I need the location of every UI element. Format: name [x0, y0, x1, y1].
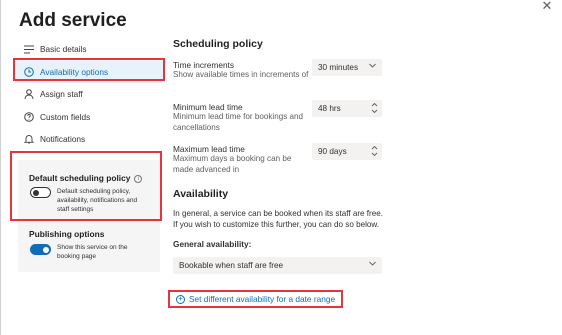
sidebar-item-assign-staff[interactable]: Assign staff — [15, 83, 165, 106]
max-lead-stepper[interactable]: 90 days — [312, 143, 382, 160]
person-icon — [23, 89, 34, 100]
max-lead-help: Maximum days a booking can be made advan… — [173, 154, 292, 174]
chevron-down-icon — [369, 261, 376, 268]
chevron-down-icon — [369, 63, 376, 70]
stepper-arrows-icon[interactable] — [371, 144, 378, 161]
availability-heading: Availability — [173, 188, 229, 200]
sidebar-item-custom-fields[interactable]: Custom fields — [15, 106, 165, 129]
sidebar-item-label: Custom fields — [40, 111, 91, 122]
min-lead-label: Minimum lead time — [173, 102, 243, 112]
general-availability-dropdown[interactable]: Bookable when staff are free — [173, 257, 382, 274]
time-increments-value: 30 minutes — [318, 63, 359, 72]
sidebar-item-notifications[interactable]: Notifications — [15, 128, 165, 151]
default-policy-description: Default scheduling policy, availability,… — [57, 188, 138, 213]
list-icon — [23, 44, 34, 55]
sidebar-item-label: Notifications — [40, 134, 86, 145]
bell-icon — [23, 134, 34, 145]
sidebar-item-availability-options[interactable]: Availability options — [15, 60, 165, 83]
availability-description: In general, a service can be booked when… — [173, 209, 383, 229]
max-lead-label: Maximum lead time — [173, 144, 245, 154]
toggle-knob — [43, 246, 49, 253]
date-range-availability-link[interactable]: + Set different availability for a date … — [176, 294, 335, 304]
info-icon[interactable]: i — [134, 175, 143, 183]
scheduling-policy-heading: Scheduling policy — [173, 38, 263, 50]
min-lead-value: 48 hrs — [318, 104, 341, 113]
time-increments-dropdown[interactable]: 30 minutes — [312, 59, 382, 76]
sidebar-item-basic-details[interactable]: Basic details — [15, 38, 165, 61]
default-policy-title-text: Default scheduling policy — [29, 173, 131, 183]
sidebar-item-label: Basic details — [40, 44, 87, 55]
question-icon — [23, 111, 34, 122]
sidebar-item-label: Assign staff — [40, 89, 83, 100]
publishing-toggle[interactable] — [30, 244, 51, 255]
date-range-link-text: Set different availability for a date ra… — [189, 294, 336, 304]
general-availability-label: General availability: — [173, 239, 252, 249]
close-icon[interactable]: ✕ — [540, 0, 554, 14]
publishing-options-title: Publishing options — [29, 229, 105, 239]
min-lead-stepper[interactable]: 48 hrs — [312, 100, 382, 117]
publishing-description: Show this service on the booking page — [57, 244, 128, 260]
general-availability-value: Bookable when staff are free — [179, 261, 284, 270]
default-policy-title: Default scheduling policy i — [29, 173, 143, 183]
default-policy-toggle[interactable] — [30, 187, 51, 198]
page-title: Add service — [19, 10, 127, 31]
max-lead-value: 90 days — [318, 147, 347, 156]
time-increments-label: Time increments — [173, 60, 235, 70]
min-lead-help: Minimum lead time for bookings and cance… — [173, 112, 304, 132]
stepper-arrows-icon[interactable] — [371, 101, 378, 118]
sidebar-nav: Basic details Availability options Assig… — [15, 38, 165, 151]
add-circle-icon: + — [176, 294, 185, 304]
add-service-panel: ✕ Add service Basic details Availability… — [0, 0, 562, 335]
time-increments-help: Show available times in increments of — [173, 70, 309, 79]
clock-icon — [23, 66, 34, 77]
toggle-knob — [33, 190, 39, 196]
sidebar-item-label: Availability options — [40, 66, 109, 77]
